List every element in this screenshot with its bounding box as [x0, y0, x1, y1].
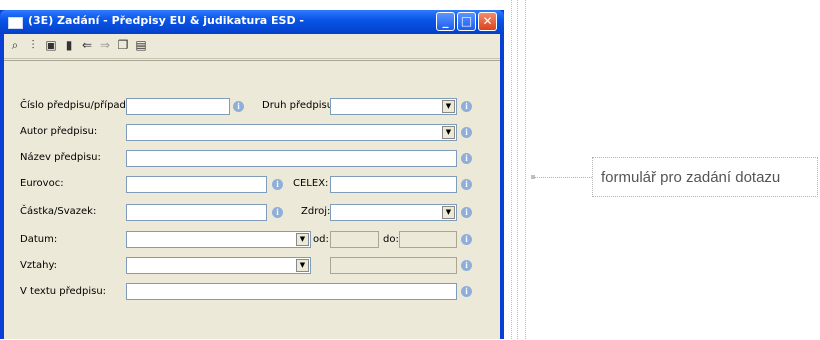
- trash-icon[interactable]: ▮: [62, 38, 76, 52]
- maximize-button[interactable]: □: [457, 12, 476, 31]
- info-icon[interactable]: i: [272, 179, 283, 190]
- binoculars-icon[interactable]: ⌕: [8, 38, 22, 52]
- druh-select[interactable]: ▼: [330, 98, 457, 115]
- vztahy-value-input[interactable]: [330, 257, 457, 274]
- title-bar[interactable]: (3E) Zadání - Předpisy EU & judikatura E…: [0, 10, 504, 34]
- info-icon[interactable]: i: [461, 179, 472, 190]
- query-window: (3E) Zadání - Předpisy EU & judikatura E…: [0, 10, 504, 339]
- datum-do-input[interactable]: [399, 231, 457, 248]
- forward-arrow-icon[interactable]: ⇒: [98, 38, 112, 52]
- close-button[interactable]: ✕: [478, 12, 497, 31]
- copy-icon[interactable]: ❐: [116, 38, 130, 52]
- minimize-button[interactable]: _: [436, 12, 455, 31]
- castka-label: Částka/Svazek:: [20, 206, 97, 217]
- nazev-label: Název předpisu:: [20, 152, 101, 163]
- druh-label: Druh předpisu:: [262, 100, 337, 111]
- vztahy-label: Vztahy:: [20, 260, 58, 271]
- info-icon[interactable]: i: [233, 101, 244, 112]
- cislo-label: Číslo předpisu/případu:: [20, 100, 136, 111]
- chevron-down-icon[interactable]: ▼: [442, 126, 455, 139]
- window-title: (3E) Zadání - Předpisy EU & judikatura E…: [28, 14, 304, 27]
- back-arrow-icon[interactable]: ⇐: [80, 38, 94, 52]
- chevron-down-icon[interactable]: ▼: [442, 206, 455, 219]
- info-icon[interactable]: i: [461, 234, 472, 245]
- zdroj-label: Zdroj:: [301, 206, 331, 217]
- cislo-input[interactable]: [126, 98, 230, 115]
- celex-input[interactable]: [330, 176, 457, 193]
- celex-label: CELEX:: [293, 178, 329, 189]
- autor-label: Autor předpisu:: [20, 126, 98, 137]
- zdroj-select[interactable]: ▼: [330, 204, 457, 221]
- info-icon[interactable]: i: [461, 153, 472, 164]
- vztahy-select[interactable]: ▼: [126, 257, 311, 274]
- divider-line: [517, 0, 518, 339]
- divider-line: [525, 0, 526, 339]
- od-label: od:: [313, 234, 329, 245]
- callout-label: formulář pro zadání dotazu: [592, 157, 818, 197]
- vtextu-label: V textu předpisu:: [20, 286, 107, 297]
- info-icon[interactable]: i: [461, 260, 472, 271]
- vtextu-input[interactable]: [126, 283, 457, 300]
- nazev-input[interactable]: [126, 150, 457, 167]
- datum-select[interactable]: ▼: [126, 231, 311, 248]
- eurovoc-label: Eurovoc:: [20, 178, 64, 189]
- paste-icon[interactable]: ▤: [134, 38, 148, 52]
- info-icon[interactable]: i: [272, 207, 283, 218]
- autor-select[interactable]: ▼: [126, 124, 457, 141]
- window-icon: [8, 17, 23, 29]
- edit-form-icon[interactable]: ▣: [44, 38, 58, 52]
- form-panel: Číslo předpisu/případu: i Druh předpisu:…: [4, 60, 500, 340]
- chevron-down-icon[interactable]: ▼: [442, 100, 455, 113]
- window-client: ⌕ ⫶ ▣ ▮ ⇐ ⇒ ❐ ▤ Číslo předpisu/případu: …: [4, 34, 500, 339]
- chevron-down-icon[interactable]: ▼: [296, 259, 309, 272]
- toolbar: ⌕ ⫶ ▣ ▮ ⇐ ⇒ ❐ ▤: [4, 34, 500, 59]
- divider-line: [511, 0, 512, 339]
- datum-label: Datum:: [20, 234, 58, 245]
- filter-icon[interactable]: ⫶: [26, 38, 40, 52]
- do-label: do:: [383, 234, 399, 245]
- eurovoc-input[interactable]: [126, 176, 267, 193]
- chevron-down-icon[interactable]: ▼: [296, 233, 309, 246]
- castka-input[interactable]: [126, 204, 267, 221]
- info-icon[interactable]: i: [461, 286, 472, 297]
- callout-line: [534, 177, 592, 178]
- info-icon[interactable]: i: [461, 101, 472, 112]
- datum-od-input[interactable]: [330, 231, 379, 248]
- info-icon[interactable]: i: [461, 207, 472, 218]
- info-icon[interactable]: i: [461, 127, 472, 138]
